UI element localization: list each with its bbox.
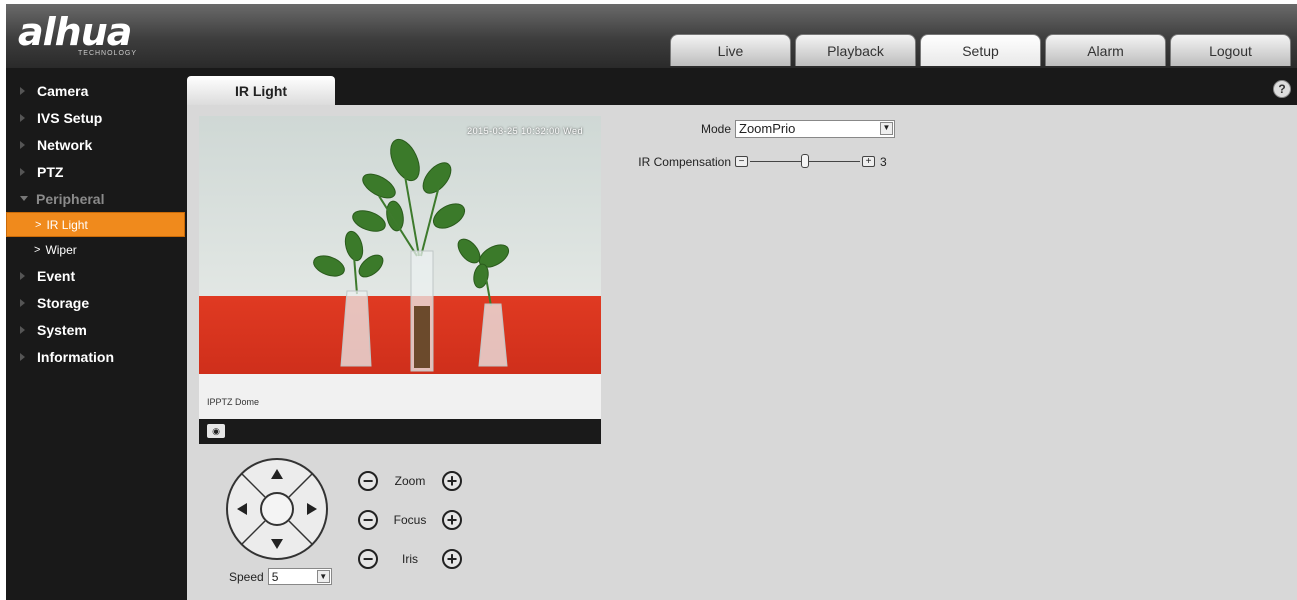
collapsed-arrow-icon (20, 140, 25, 149)
help-icon[interactable]: ? (1273, 80, 1291, 98)
collapsed-arrow-icon (20, 86, 25, 95)
zoom-out-button[interactable]: − (358, 471, 378, 491)
sidebar-item-network[interactable]: Network (6, 131, 187, 158)
ir-compensation-slider[interactable] (750, 154, 860, 168)
increase-button[interactable]: + (862, 156, 875, 167)
mode-label: Mode (700, 121, 731, 136)
mode-select[interactable]: ZoomPrio ▼ (735, 119, 895, 138)
iris-row: − Iris + (358, 549, 462, 569)
sidebar-item-label: Wiper (45, 242, 77, 257)
sidebar-item-label: Information (37, 348, 114, 365)
live-video-preview: 2015-03-25 10:32:00 Wed IPPTZ Dome (199, 116, 601, 419)
sidebar-item-ptz[interactable]: PTZ (6, 158, 187, 185)
sidebar-item-label: Peripheral (36, 190, 105, 207)
brand-logo-sub: TECHNOLOGY (78, 50, 138, 57)
video-osd-title: IPPTZ Dome (207, 397, 260, 407)
slider-thumb[interactable] (801, 154, 809, 168)
nav-logout[interactable]: Logout (1170, 34, 1291, 66)
sidebar-item-label: Event (37, 267, 76, 284)
focus-row: − Focus + (358, 510, 462, 530)
collapsed-arrow-icon (20, 325, 25, 334)
zoom-label: Zoom (394, 474, 426, 488)
chevron-right-icon: > (34, 243, 41, 256)
focus-label: Focus (393, 513, 427, 527)
content-header: IR Light ? (187, 68, 1297, 105)
chevron-down-icon[interactable]: ▼ (880, 121, 893, 135)
plants-illustration (313, 138, 510, 372)
sidebar-item-ivs-setup[interactable]: IVS Setup (6, 104, 187, 131)
nav-alarm[interactable]: Alarm (1045, 34, 1166, 66)
mode-row: Mode ZoomPrio ▼ (627, 119, 895, 138)
sidebar-item-event[interactable]: Event (6, 262, 187, 289)
collapsed-arrow-icon (20, 167, 25, 176)
ir-compensation-row: IR Compensation − + 3 (627, 152, 895, 171)
chevron-down-icon[interactable]: ▼ (316, 570, 330, 583)
sidebar-item-system[interactable]: System (6, 316, 187, 343)
collapsed-arrow-icon (20, 298, 25, 307)
ir-settings-form: Mode ZoomPrio ▼ IR Compensation − + 3 (627, 119, 895, 185)
sidebar-subitem-wiper[interactable]: > Wiper (6, 237, 187, 262)
expanded-arrow-icon (20, 196, 28, 201)
top-bar: alhua TECHNOLOGY Live Playback Setup Ala… (6, 4, 1297, 68)
sidebar-item-peripheral[interactable]: Peripheral (6, 185, 187, 212)
nav-playback[interactable]: Playback (795, 34, 916, 66)
decrease-button[interactable]: − (735, 156, 748, 167)
sidebar-item-label: Camera (37, 82, 89, 99)
sidebar: Camera IVS Setup Network PTZ Peripheral … (6, 68, 187, 600)
ptz-direction-pad (226, 458, 328, 560)
ir-compensation-value: 3 (880, 154, 887, 169)
main-nav: Live Playback Setup Alarm Logout (670, 34, 1291, 66)
focus-minus-button[interactable]: − (358, 510, 378, 530)
sidebar-item-label: IVS Setup (37, 109, 103, 126)
sidebar-subitem-ir-light[interactable]: > IR Light (6, 212, 185, 237)
chevron-right-icon: > (35, 218, 42, 231)
sidebar-item-camera[interactable]: Camera (6, 77, 187, 104)
main-content: 2015-03-25 10:32:00 Wed IPPTZ Dome ◉ Spe… (187, 105, 1297, 600)
sidebar-item-label: System (37, 321, 87, 338)
nav-live[interactable]: Live (670, 34, 791, 66)
nav-setup[interactable]: Setup (920, 34, 1041, 66)
iris-plus-button[interactable]: + (442, 549, 462, 569)
focus-plus-button[interactable]: + (442, 510, 462, 530)
sidebar-item-label: IR Light (46, 217, 88, 232)
sidebar-item-label: Network (37, 136, 93, 153)
tab-ir-light[interactable]: IR Light (187, 76, 335, 105)
speed-select[interactable]: 5 ▼ (267, 568, 332, 585)
ptz-center-button[interactable] (260, 492, 294, 526)
iris-label: Iris (402, 552, 418, 566)
collapsed-arrow-icon (20, 113, 25, 122)
video-osd-timestamp: 2015-03-25 10:32:00 Wed (467, 126, 583, 136)
speed-label: Speed (229, 569, 264, 584)
video-toolbar: ◉ (199, 419, 601, 444)
collapsed-arrow-icon (20, 352, 25, 361)
mode-value: ZoomPrio (739, 120, 796, 136)
brand-logo: alhua (18, 10, 132, 54)
speed-value: 5 (271, 570, 279, 584)
ir-compensation-label: IR Compensation (638, 154, 731, 169)
sidebar-item-information[interactable]: Information (6, 343, 187, 370)
sidebar-item-label: PTZ (37, 163, 64, 180)
sidebar-item-label: Storage (37, 294, 90, 311)
camera-icon[interactable]: ◉ (207, 424, 225, 438)
sidebar-item-storage[interactable]: Storage (6, 289, 187, 316)
iris-minus-button[interactable]: − (358, 549, 378, 569)
collapsed-arrow-icon (20, 271, 25, 280)
zoom-in-button[interactable]: + (442, 471, 462, 491)
speed-control: Speed 5 ▼ (229, 568, 332, 585)
zoom-row: − Zoom + (358, 471, 462, 491)
